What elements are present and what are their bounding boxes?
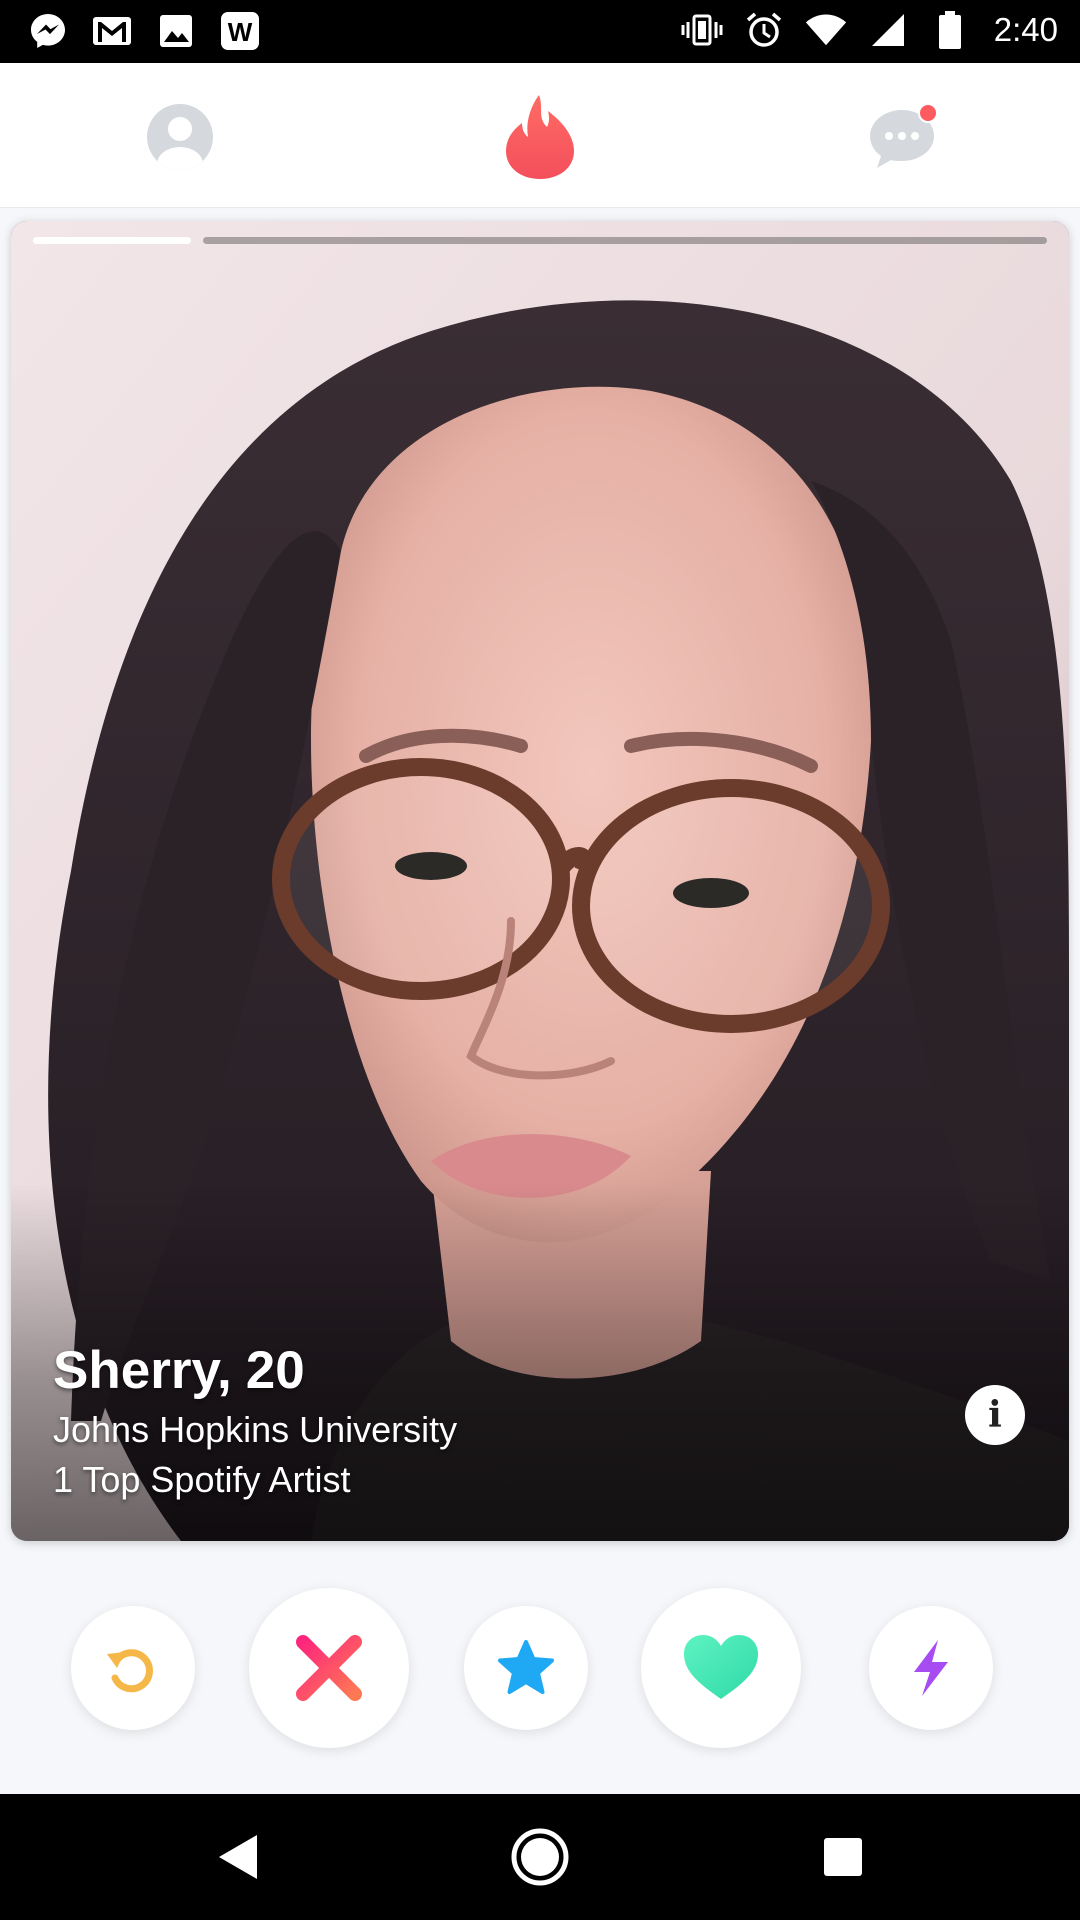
back-button[interactable] — [205, 1824, 271, 1890]
home-button[interactable] — [507, 1824, 573, 1890]
new-message-dot — [918, 103, 938, 123]
boost-button[interactable] — [869, 1606, 993, 1730]
super-like-button[interactable] — [464, 1606, 588, 1730]
star-icon — [498, 1640, 554, 1694]
like-button[interactable] — [641, 1588, 801, 1748]
status-time: 2:40 — [993, 11, 1058, 48]
signal-icon — [866, 8, 910, 52]
photo-progress — [33, 237, 1047, 245]
status-bar: W 2:40 — [0, 0, 1080, 63]
wifi-icon — [804, 8, 848, 52]
profile-button[interactable] — [140, 97, 220, 177]
messages-button[interactable] — [862, 97, 942, 177]
discover-button[interactable] — [495, 88, 585, 183]
photos-icon — [154, 9, 198, 53]
alarm-icon — [742, 8, 786, 52]
name-age: Sherry, 20 — [53, 1340, 457, 1401]
profile-spotify: 1 Top Spotify Artist — [53, 1459, 351, 1500]
profile-card[interactable]: Sherry, 20 Johns Hopkins University 1 Top… — [11, 221, 1069, 1541]
lightning-icon — [914, 1640, 948, 1696]
action-buttons — [0, 1560, 1080, 1775]
info-icon: i — [988, 1394, 1002, 1436]
flame-icon — [506, 94, 574, 179]
vibrate-icon — [680, 8, 724, 52]
system-nav-bar — [0, 1794, 1080, 1920]
heart-icon — [684, 1635, 758, 1699]
info-button[interactable]: i — [965, 1385, 1025, 1445]
notification-icons: W — [26, 9, 262, 53]
word-icon: W — [218, 9, 262, 53]
card-info: Sherry, 20 Johns Hopkins University 1 Top… — [53, 1340, 457, 1501]
profile-school: Johns Hopkins University — [53, 1409, 458, 1450]
battery-icon — [928, 8, 972, 52]
rewind-icon — [107, 1649, 153, 1693]
profile-age: 20 — [245, 1341, 305, 1400]
profile-icon — [147, 104, 213, 170]
recents-button[interactable] — [810, 1824, 876, 1890]
gmail-icon — [90, 9, 134, 53]
nope-button[interactable] — [249, 1588, 409, 1748]
recents-icon — [824, 1838, 862, 1876]
system-icons: 2:40 — [680, 8, 1058, 52]
home-icon — [511, 1828, 569, 1886]
profile-name: Sherry, — [53, 1341, 232, 1400]
word-letter: W — [228, 17, 253, 47]
back-icon — [219, 1835, 257, 1879]
photo-progress-segment-active — [33, 237, 191, 244]
rewind-button[interactable] — [71, 1606, 195, 1730]
photo-progress-segment — [203, 237, 1047, 244]
messenger-icon — [26, 9, 70, 53]
top-app-bar — [0, 63, 1080, 208]
nope-x-icon — [296, 1635, 362, 1701]
